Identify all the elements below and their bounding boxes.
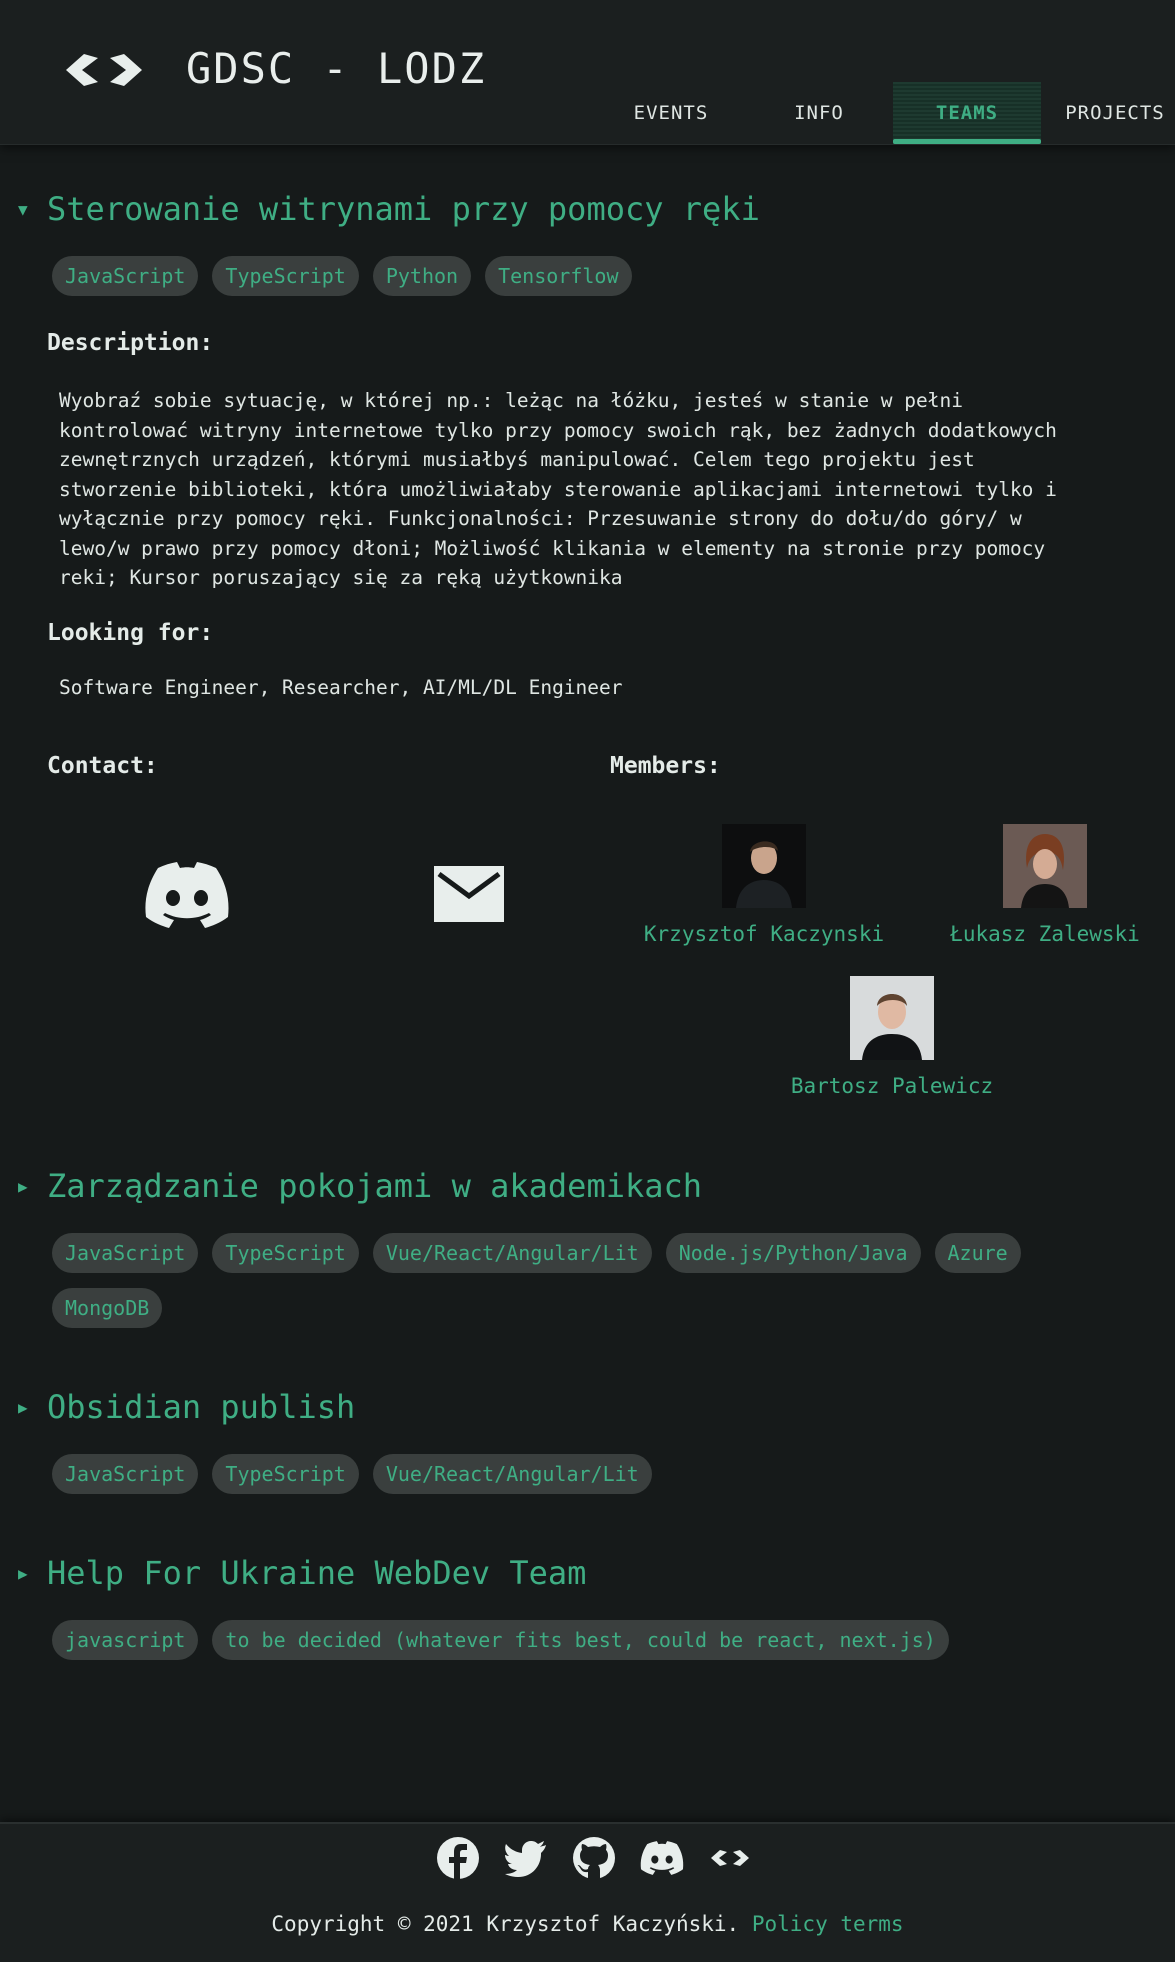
member-card[interactable]: Bartosz Palewicz [772,976,1012,1098]
tag: JavaScript [52,256,199,296]
contact-heading: Contact: [47,753,158,779]
caret-down-icon: ▼ [18,199,28,219]
member-card[interactable]: Krzysztof Kaczynski [644,824,884,946]
tag: javascript [52,1620,199,1660]
brand-title[interactable]: GDSC - LODZ [186,44,486,93]
avatar [850,976,934,1060]
policy-terms-link[interactable]: Policy terms [752,1912,904,1936]
nav-info[interactable]: INFO [745,82,893,144]
nav-events[interactable]: EVENTS [597,82,745,144]
twitter-icon[interactable] [504,1836,548,1880]
caret-right-icon: ▶ [18,1563,28,1583]
gdsc-logo-icon[interactable] [60,46,148,94]
facebook-icon[interactable] [436,1836,480,1880]
tag: JavaScript [52,1233,199,1273]
tag: MongoDB [52,1288,163,1328]
member-name: Bartosz Palewicz [790,1074,994,1098]
tag-list: JavaScript TypeScript Vue/React/Angular/… [52,1454,1132,1494]
project-title: Help For Ukraine WebDev Team [47,1554,587,1592]
caret-right-icon: ▶ [18,1176,28,1196]
project-toggle[interactable]: ▶ Help For Ukraine WebDev Team [18,1554,586,1592]
nav-projects[interactable]: PROJECTS [1041,82,1175,144]
code-brackets-icon[interactable] [708,1836,752,1880]
copyright-text: Copyright © 2021 Krzysztof Kaczyński. [271,1912,740,1936]
project-description: Wyobraź sobie sytuację, w której np.: le… [59,386,1139,593]
tag: Azure [934,1233,1021,1273]
tag: Node.js/Python/Java [665,1233,921,1273]
discord-icon[interactable] [144,862,230,928]
members-heading: Members: [610,753,721,779]
tag: Python [372,256,472,296]
tag: Tensorflow [485,256,632,296]
member-card[interactable]: Łukasz Zalewski [925,824,1165,946]
mail-icon[interactable] [434,866,504,922]
member-name: Krzysztof Kaczynski [643,922,885,946]
social-links [436,1836,752,1880]
description-line: stworzenie biblioteki, która umożliwiała… [59,477,1057,501]
avatar [1003,824,1087,908]
tag: TypeScript [212,256,359,296]
tag: TypeScript [212,1454,359,1494]
member-name: Łukasz Zalewski [950,922,1140,946]
description-line: wyłącznie przy pomocy ręki. Funkcjonalno… [59,507,1022,530]
description-line: kontrolować witryny internetowe tylko pr… [59,418,1057,442]
discord-icon[interactable] [640,1836,684,1880]
description-line: reki; Kursor poruszający się za ręką uży… [59,566,623,589]
project-title: Obsidian publish [47,1388,356,1426]
looking-for-heading: Looking for: [47,620,214,646]
tag: Vue/React/Angular/Lit [372,1233,652,1273]
tag: JavaScript [52,1454,199,1494]
tag: to be decided (whatever fits best, could… [212,1620,949,1660]
nav-teams[interactable]: TEAMS [893,82,1041,144]
copyright: Copyright © 2021 Krzysztof Kaczyński. Po… [0,1912,1175,1936]
main-nav: EVENTS INFO TEAMS PROJECTS [597,82,1175,144]
project-toggle[interactable]: ▶ Zarządzanie pokojami w akademikach [18,1167,702,1205]
tag-list: javascript to be decided (whatever fits … [52,1620,1132,1660]
project-title: Sterowanie witrynami przy pomocy ręki [47,190,760,228]
top-bar: GDSC - LODZ EVENTS INFO TEAMS PROJECTS [0,0,1175,145]
description-heading: Description: [47,330,214,356]
looking-for-text: Software Engineer, Researcher, AI/ML/DL … [59,676,623,699]
description-line: lewo/w prawo przy pomocy dłoni; Możliwoś… [59,536,1046,560]
project-toggle[interactable]: ▼ Sterowanie witrynami przy pomocy ręki [18,190,760,228]
github-icon[interactable] [572,1836,616,1880]
tag: Vue/React/Angular/Lit [372,1454,652,1494]
tag-list: JavaScript TypeScript Python Tensorflow [52,256,1132,296]
avatar [722,824,806,908]
project-toggle[interactable]: ▶ Obsidian publish [18,1388,355,1426]
description-line: Wyobraź sobie sytuację, w której np.: le… [59,389,963,412]
tag-list: JavaScript TypeScript Vue/React/Angular/… [52,1233,1132,1328]
project-title: Zarządzanie pokojami w akademikach [47,1167,703,1205]
caret-right-icon: ▶ [18,1397,28,1417]
tag: TypeScript [212,1233,359,1273]
description-line: zewnętrznych urządzeń, którymi musiałbyś… [59,448,975,471]
